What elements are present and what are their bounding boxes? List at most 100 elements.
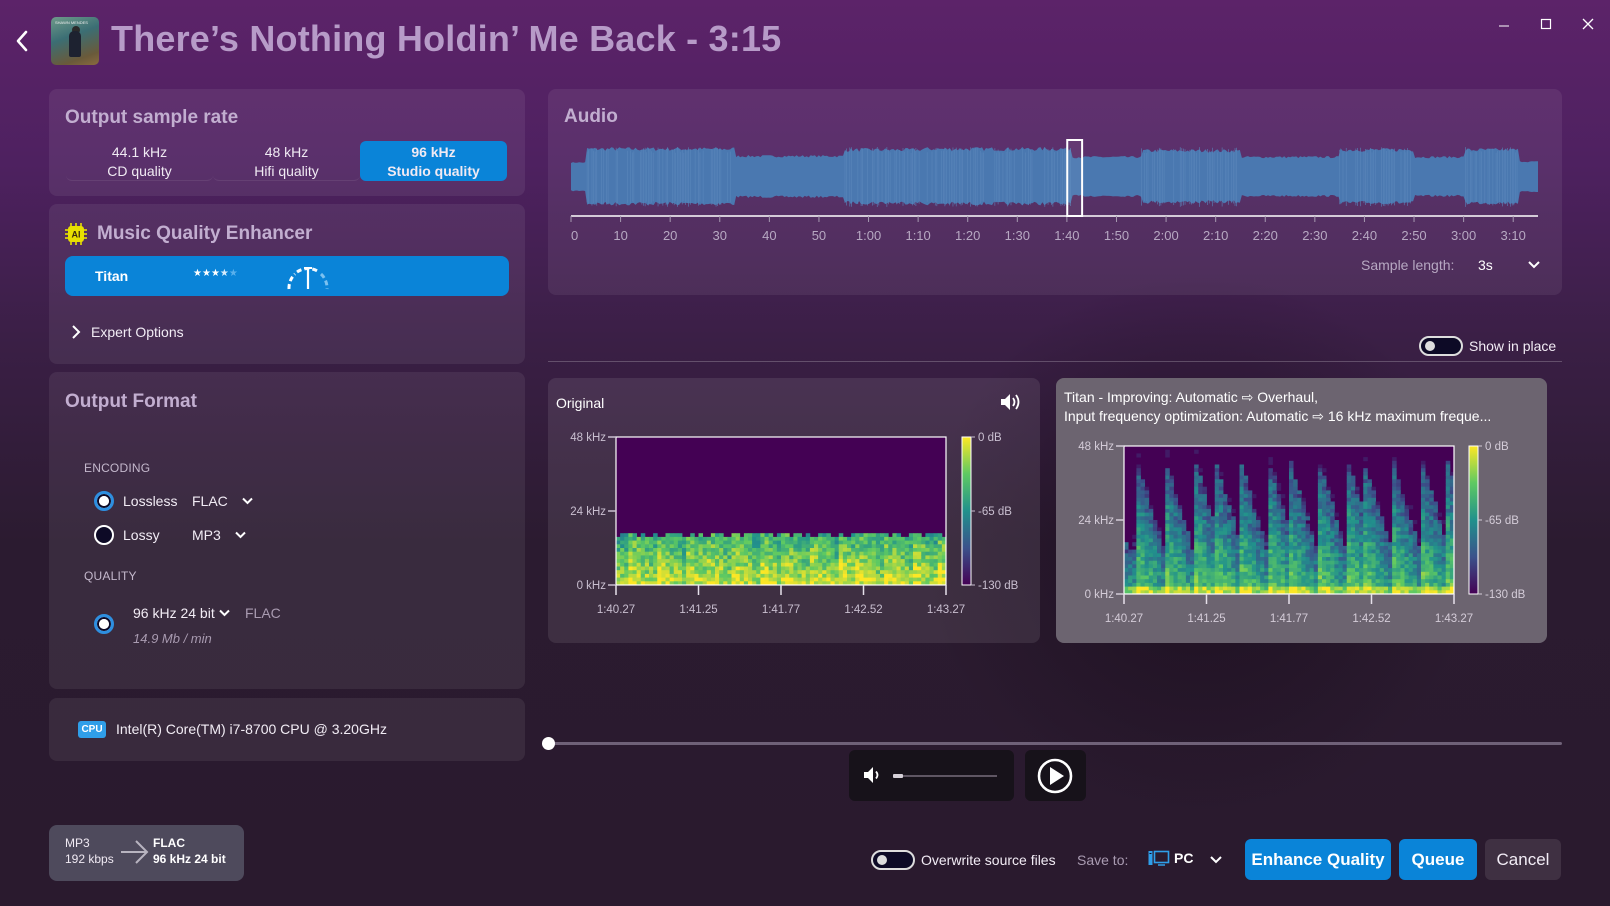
spectrogram-cell (752, 540, 757, 545)
save-target-dropdown[interactable]: PC (1148, 850, 1193, 866)
sample-rate-option-44k[interactable]: 44.1 kHz CD quality (66, 141, 213, 181)
spectrogram-cell (698, 536, 704, 541)
spectrogram-cell (710, 555, 716, 560)
spectrogram-cell (1425, 520, 1430, 525)
spectrogram-cell (776, 555, 782, 560)
spectrogram-cell (772, 536, 778, 541)
spectrogram-cell (1227, 542, 1232, 547)
spectrogram-cell (1235, 542, 1240, 547)
spectrogram-cell (624, 570, 629, 575)
waveform-timeline[interactable]: 0 10 20 30 40 50 1:00 1:10 1:20 1:30 1:40 1:50 2:00 2… (568, 137, 1543, 249)
spectrogram-cell (1338, 586, 1344, 591)
spectrogram-cell (847, 562, 852, 567)
encoding-lossless-radio[interactable] (94, 491, 114, 511)
spectrogram-cell (933, 555, 939, 560)
chevron-down-icon[interactable] (1528, 257, 1540, 271)
spectrogram-cell (1210, 549, 1216, 554)
volume-slider[interactable] (893, 773, 997, 779)
spectrogram-cell (896, 548, 902, 553)
spectrogram-cell (1231, 527, 1236, 532)
spectrogram-cell (735, 544, 741, 549)
quality-radio[interactable] (94, 614, 114, 634)
lossless-codec-dropdown[interactable]: FLAC (192, 493, 253, 509)
cancel-button[interactable]: Cancel (1485, 839, 1561, 880)
spectrogram-cell (1421, 508, 1426, 513)
volume-icon[interactable] (863, 766, 883, 784)
spectrogram-cell (1326, 586, 1331, 591)
spectrogram-cell (1235, 549, 1240, 554)
spectrogram-cell (1239, 490, 1245, 495)
spectrogram-cell (1350, 490, 1356, 495)
spectrogram-cell (1338, 531, 1344, 536)
spectrogram-cell (822, 559, 827, 564)
spectrogram-cell (851, 562, 856, 567)
lossy-codec-dropdown[interactable]: MP3 (192, 527, 246, 543)
spectrogram-cell (1144, 497, 1150, 502)
minimize-button[interactable] (1489, 12, 1519, 36)
selection-window[interactable] (1066, 139, 1084, 217)
spectrogram-cell (834, 559, 840, 564)
spectrogram-cell (649, 548, 654, 553)
spectrogram-cell (1268, 501, 1273, 506)
toggle-switch[interactable] (1419, 336, 1463, 356)
spectrogram-cell (1359, 505, 1364, 510)
spectrogram-cell (1317, 549, 1323, 554)
spectrogram-cell (1363, 545, 1368, 550)
sample-rate-option-96k[interactable]: 96 kHz Studio quality (360, 141, 507, 181)
sample-length-value[interactable]: 3s (1478, 257, 1493, 273)
spectrogram-cell (1355, 560, 1360, 565)
spectrogram-cell (653, 570, 658, 575)
quality-dropdown[interactable]: 96 kHz 24 bit (133, 605, 230, 621)
spectrogram-cell (760, 548, 765, 553)
spectrogram-cell (632, 544, 638, 549)
spectrogram-cell (1289, 534, 1294, 539)
spectrogram-enhanced-card[interactable]: Titan - Improving: Automatic ⇨ Overhaul,… (1056, 378, 1547, 643)
toggle-switch[interactable] (871, 850, 915, 870)
spectrogram-cell (826, 559, 831, 564)
spectrogram-cell (1161, 564, 1166, 569)
spectrogram-cell (1350, 520, 1356, 525)
spectrogram-cell (1309, 579, 1315, 584)
spectrogram-cell (1396, 545, 1401, 550)
spectrogram-cell (1185, 545, 1191, 550)
spectrogram-cell (1359, 508, 1364, 513)
playback-seek-slider[interactable] (542, 736, 1562, 750)
overwrite-source-toggle[interactable]: Overwrite source files (871, 850, 1056, 870)
spectrogram-cell (1396, 553, 1401, 558)
spectrogram-cell (1251, 560, 1257, 565)
spectrogram-cell (892, 555, 897, 560)
spectrogram-cell (1396, 520, 1401, 525)
chevron-down-icon[interactable] (1210, 852, 1222, 866)
spectrogram-cell (1309, 568, 1315, 573)
expert-options-toggle[interactable]: Expert Options (71, 324, 184, 340)
spectrogram-cell (1185, 560, 1191, 565)
spectrogram-cell (1297, 520, 1302, 525)
encoding-lossy-row: Lossy MP3 (94, 525, 246, 545)
show-in-place-toggle[interactable]: Show in place (1419, 336, 1556, 356)
play-button[interactable] (1025, 750, 1086, 801)
timeline-tick-label: 2:50 (1401, 228, 1426, 243)
spectrogram-cell (1194, 516, 1199, 521)
maximize-button[interactable] (1531, 12, 1561, 36)
spectrogram-cell (1243, 564, 1249, 569)
spectrogram-cell (1272, 553, 1278, 558)
sample-rate-option-48k[interactable]: 48 kHz Hifi quality (213, 141, 360, 181)
spectrogram-cell (896, 577, 902, 582)
close-button[interactable] (1573, 12, 1603, 36)
queue-button[interactable]: Queue (1399, 839, 1477, 880)
model-selector-titan[interactable]: Titan ★★★★★ (65, 256, 509, 296)
spectrogram-cell (1429, 497, 1434, 502)
encoding-lossy-radio[interactable] (94, 525, 114, 545)
spectrogram-cell (1416, 564, 1422, 569)
back-button[interactable] (10, 26, 34, 56)
spectrogram-cell (649, 577, 654, 582)
seek-thumb[interactable] (542, 737, 555, 750)
spectrogram-cell (871, 559, 877, 564)
x-tick-label: 1:42.52 (1352, 613, 1390, 625)
enhance-quality-button[interactable]: Enhance Quality (1245, 839, 1391, 880)
spectrogram-cell (880, 548, 885, 553)
spectrogram-cell (1383, 549, 1389, 554)
spectrogram-cell (649, 559, 654, 564)
spectrogram-cell (756, 548, 761, 553)
spectrogram-cell (1284, 553, 1290, 558)
